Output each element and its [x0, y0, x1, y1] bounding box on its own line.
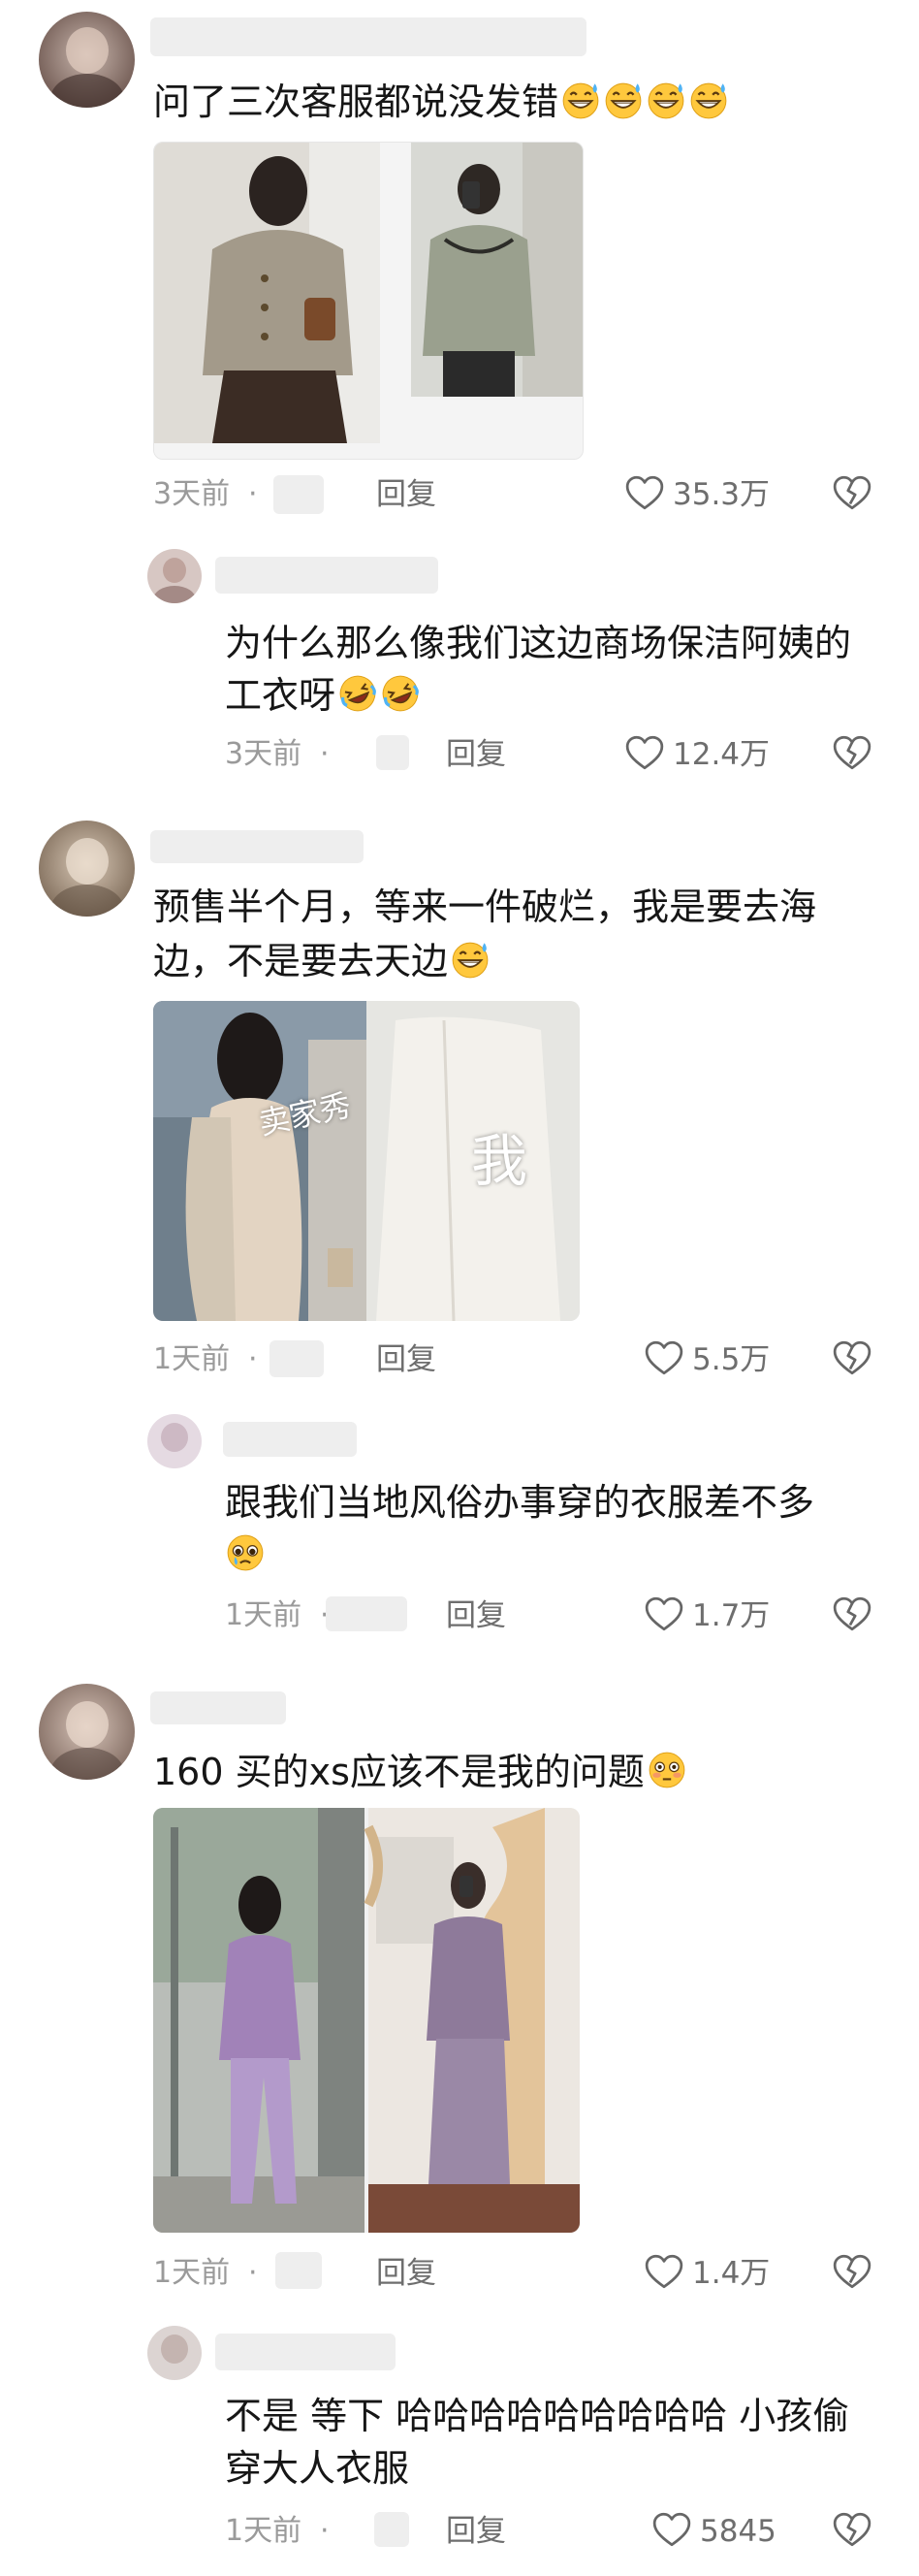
reply-username-redacted[interactable] — [215, 2334, 396, 2370]
location-redacted — [326, 1596, 407, 1631]
rolling-laugh-emoji-icon — [380, 673, 421, 714]
heart-icon[interactable] — [624, 473, 665, 514]
broken-heart-icon[interactable] — [832, 733, 872, 774]
comment-text-content: 边，不是要去天边 — [153, 940, 449, 982]
pleading-emoji-icon — [225, 1532, 266, 1573]
flushed-emoji-icon — [647, 1750, 687, 1790]
outfit-photo-pair — [154, 143, 583, 459]
broken-heart-icon[interactable] — [832, 2252, 872, 2293]
me-label: 我 — [471, 1128, 528, 1194]
location-redacted — [273, 475, 324, 514]
reply-time: 1天前 — [225, 1598, 302, 1632]
heart-icon[interactable] — [624, 733, 665, 774]
comment-text-content: 问了三次客服都说没发错 — [153, 80, 559, 123]
reply-button[interactable]: 回复 — [376, 1342, 436, 1377]
reply-username-redacted[interactable] — [223, 1422, 357, 1457]
heart-icon[interactable] — [644, 2252, 684, 2293]
reply-button[interactable]: 回复 — [376, 2256, 436, 2291]
username-redacted[interactable] — [150, 1691, 286, 1724]
grinning-sweat-emoji-icon — [560, 80, 601, 120]
location-redacted — [275, 2252, 322, 2289]
reply-text-line1: 为什么那么像我们这边商场保洁阿姨的 — [225, 622, 852, 664]
heart-icon[interactable] — [644, 1338, 684, 1379]
comment-text-content: 160 买的xs应该不是我的问题 — [153, 1751, 645, 1793]
comment-text-line1: 预售半个月，等来一件破烂，我是要去海 — [153, 886, 817, 928]
comment-text: 问了三次客服都说没发错 — [153, 74, 729, 130]
like-count: 1.7万 — [692, 1598, 771, 1633]
reply-text-line2: 穿大人衣服 — [225, 2447, 410, 2490]
comment-text-line2: 边，不是要去天边 — [153, 933, 491, 989]
reply-username-redacted[interactable] — [215, 557, 438, 594]
avatar[interactable] — [39, 12, 135, 108]
comment-image[interactable] — [153, 1808, 580, 2233]
comment-image[interactable]: 卖家秀 我 — [153, 1001, 580, 1321]
grinning-sweat-emoji-icon — [603, 80, 644, 120]
reply-avatar[interactable] — [147, 1414, 202, 1468]
like-count: 5845 — [700, 2514, 776, 2549]
comment-time: 1天前 — [153, 2256, 231, 2290]
meta-separator: · — [320, 2514, 330, 2548]
broken-heart-icon[interactable] — [832, 1338, 872, 1379]
avatar[interactable] — [39, 821, 135, 917]
like-count: 35.3万 — [673, 477, 771, 512]
comment-time: 3天前 — [153, 477, 231, 511]
reply-time: 3天前 — [225, 737, 302, 771]
location-redacted — [374, 2512, 409, 2547]
location-redacted — [269, 1340, 324, 1377]
rolling-laugh-emoji-icon — [337, 673, 378, 714]
broken-heart-icon[interactable] — [832, 473, 872, 514]
reply-time: 1天前 — [225, 2514, 302, 2548]
username-redacted[interactable] — [150, 17, 586, 56]
reply-text-line1: 不是 等下 哈哈哈哈哈哈哈哈哈 小孩偷 — [225, 2395, 850, 2437]
heart-icon[interactable] — [644, 1594, 684, 1635]
like-count: 12.4万 — [673, 737, 771, 772]
reply-avatar[interactable] — [147, 549, 202, 603]
meta-separator: · — [248, 1342, 258, 1376]
broken-heart-icon[interactable] — [832, 1594, 872, 1635]
broken-heart-icon[interactable] — [832, 2510, 872, 2551]
reply-text-content: 工衣呀 — [225, 674, 336, 717]
avatar[interactable] — [39, 1684, 135, 1780]
like-count: 1.4万 — [692, 2256, 771, 2291]
comment-text: 160 买的xs应该不是我的问题 — [153, 1744, 687, 1800]
grinning-sweat-emoji-icon — [688, 80, 729, 120]
meta-separator: · — [320, 737, 330, 771]
reply-text-line2: 工衣呀 — [225, 667, 421, 724]
reply-text-line1: 跟我们当地风俗办事穿的衣服差不多 — [225, 1481, 815, 1524]
username-redacted[interactable] — [150, 830, 364, 863]
like-count: 5.5万 — [692, 1342, 771, 1377]
reply-avatar[interactable] — [147, 2326, 202, 2380]
meta-separator: · — [248, 2256, 258, 2290]
heart-icon[interactable] — [651, 2510, 692, 2551]
meta-separator: · — [248, 477, 258, 511]
comment-time: 1天前 — [153, 1342, 231, 1376]
grinning-sweat-emoji-icon — [646, 80, 686, 120]
purple-suit-photo-pair — [153, 1808, 580, 2233]
reply-button[interactable]: 回复 — [446, 1598, 506, 1633]
location-redacted — [376, 735, 409, 770]
reply-button[interactable]: 回复 — [446, 737, 506, 772]
comment-image[interactable] — [153, 142, 584, 460]
reply-button[interactable]: 回复 — [446, 2514, 506, 2549]
reply-button[interactable]: 回复 — [376, 477, 436, 512]
reply-emoji-line — [225, 1527, 266, 1583]
grinning-sweat-emoji-icon — [450, 939, 491, 980]
